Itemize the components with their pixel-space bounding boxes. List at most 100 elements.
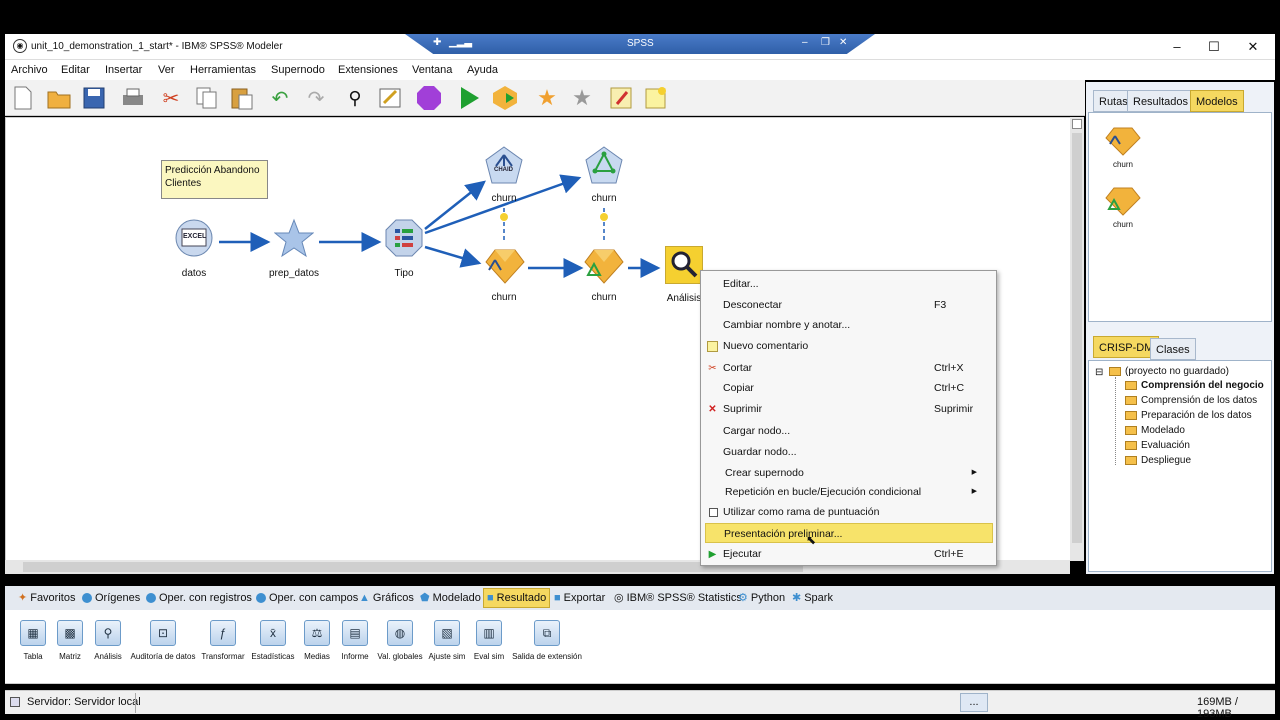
analysis-output-node[interactable]	[665, 246, 703, 284]
chaid-modeling-node[interactable]: CHAID	[484, 146, 524, 184]
tree-collapse-icon[interactable]: ⊟	[1095, 367, 1103, 378]
tab-resultado[interactable]: ■ Resultado	[483, 588, 551, 608]
menu-supernodo[interactable]: Supernodo	[271, 64, 325, 76]
minimize-icon[interactable]: –	[1167, 38, 1187, 56]
excel-source-node[interactable]: EXCEL	[174, 218, 214, 258]
menu-editar[interactable]: Editar	[61, 64, 90, 76]
restore-icon[interactable]: ❐	[821, 37, 830, 48]
edit-icon[interactable]	[376, 84, 404, 112]
maximize-icon[interactable]: ☐	[1204, 38, 1224, 56]
palette-node-medias[interactable]: ⚖ Medias	[299, 620, 335, 661]
undo-icon[interactable]: ↶	[266, 84, 294, 112]
model-item-chaid[interactable]: churn	[1103, 125, 1143, 169]
favorite-icon[interactable]: ★	[533, 84, 561, 112]
palette-node-informe[interactable]: ▤ Informe	[337, 620, 373, 661]
neural-model-nugget[interactable]	[583, 246, 625, 286]
crisp-dm-tree[interactable]: ⊟ (proyecto no guardado) Comprensión del…	[1088, 360, 1272, 572]
menu-item-guardar-nodo[interactable]: Guardar nodo...	[705, 442, 993, 462]
menu-item-crear-supernodo[interactable]: Crear supernodo ▶	[705, 463, 993, 483]
palette-node-matriz[interactable]: ▩ Matriz	[52, 620, 88, 661]
palette-node-val-globales[interactable]: ◍ Val. globales	[376, 620, 424, 661]
find-icon[interactable]: ⚲	[341, 84, 369, 112]
tab-favoritos[interactable]: ✦ Favoritos	[15, 588, 78, 608]
menu-ver[interactable]: Ver	[158, 64, 175, 76]
redo-icon[interactable]: ↷	[302, 84, 330, 112]
palette-node-transformar[interactable]: ƒ Transformar	[199, 620, 247, 661]
print-icon[interactable]	[119, 84, 147, 112]
tab-spss-statistics[interactable]: ◎ IBM® SPSS® Statistics	[611, 588, 745, 608]
chaid-model-nugget[interactable]	[484, 246, 526, 286]
close-icon[interactable]: ✕	[1243, 38, 1263, 56]
palette-node-analisis[interactable]: ⚲ Análisis	[90, 620, 126, 661]
menu-item-ejecutar[interactable]: ▶ Ejecutar Ctrl+E	[705, 544, 993, 564]
run-selection-icon[interactable]	[491, 84, 519, 112]
type-node[interactable]	[384, 218, 424, 258]
menu-ventana[interactable]: Ventana	[412, 64, 452, 76]
tab-oper-campos[interactable]: Oper. con campos	[253, 588, 361, 608]
menu-item-copiar[interactable]: Copiar Ctrl+C	[705, 378, 993, 398]
tree-item[interactable]: Evaluación	[1141, 440, 1190, 451]
menu-herramientas[interactable]: Herramientas	[190, 64, 256, 76]
menu-item-repeticion-bucle[interactable]: Repetición en bucle/Ejecución condiciona…	[705, 482, 993, 502]
open-icon[interactable]	[45, 84, 73, 112]
tab-exportar[interactable]: ■ Exportar	[551, 588, 608, 608]
menu-item-desconectar[interactable]: Desconectar F3	[705, 295, 993, 315]
minimize-icon[interactable]: –	[802, 37, 808, 48]
tree-item[interactable]: Preparación de los datos	[1141, 410, 1252, 421]
menu-insertar[interactable]: Insertar	[105, 64, 142, 76]
canvas-vertical-scrollbar[interactable]	[1070, 117, 1084, 561]
pin-icon[interactable]	[607, 84, 635, 112]
tab-graficos[interactable]: ▲ Gráficos	[356, 588, 417, 608]
menu-item-rama-puntuacion[interactable]: Utilizar como rama de puntuación	[705, 502, 993, 522]
cut-icon[interactable]: ✂	[157, 84, 185, 112]
palette-node-salida-extension[interactable]: ⧉ Salida de extensión	[511, 620, 583, 661]
paste-icon[interactable]	[228, 84, 256, 112]
tab-modelos[interactable]: Modelos	[1190, 90, 1244, 112]
scroll-thumb[interactable]	[1072, 133, 1082, 543]
stop-icon[interactable]	[415, 84, 443, 112]
menu-item-presentacion-preliminar[interactable]: Presentación preliminar... ⬉	[705, 523, 993, 547]
pin-icon[interactable]: ✚	[433, 37, 441, 48]
menu-ayuda[interactable]: Ayuda	[467, 64, 498, 76]
checkbox-icon[interactable]	[709, 508, 718, 517]
star-icon[interactable]: ★	[568, 84, 596, 112]
palette-node-tabla[interactable]: ▦ Tabla	[15, 620, 51, 661]
models-palette[interactable]: churn churn	[1088, 112, 1272, 322]
new-icon[interactable]	[9, 84, 37, 112]
tab-origenes[interactable]: Orígenes	[79, 588, 143, 608]
tab-modelado[interactable]: ⬟ Modelado	[417, 588, 484, 608]
save-icon[interactable]	[80, 84, 108, 112]
menu-item-cortar[interactable]: ✂ Cortar Ctrl+X	[705, 358, 993, 378]
tree-item[interactable]: Despliegue	[1141, 455, 1191, 466]
server-status[interactable]: Servidor: Servidor local	[27, 696, 141, 708]
new-note-icon[interactable]	[642, 84, 670, 112]
menu-archivo[interactable]: Archivo	[11, 64, 48, 76]
tree-item[interactable]: Comprensión del negocio	[1141, 380, 1264, 391]
menu-item-cambiar-nombre[interactable]: Cambiar nombre y anotar...	[705, 315, 993, 335]
tab-clases[interactable]: Clases	[1150, 338, 1196, 360]
menu-item-nuevo-comentario[interactable]: Nuevo comentario	[705, 336, 993, 356]
copy-icon[interactable]	[193, 84, 221, 112]
close-icon[interactable]: ✕	[839, 37, 847, 48]
neural-net-modeling-node[interactable]	[584, 146, 624, 184]
tree-root[interactable]: (proyecto no guardado)	[1125, 366, 1229, 377]
menu-item-editar[interactable]: Editar...	[705, 274, 993, 294]
palette-node-auditoria[interactable]: ⊡ Auditoría de datos	[129, 620, 197, 661]
menu-item-cargar-nodo[interactable]: Cargar nodo...	[705, 421, 993, 441]
tab-oper-registros[interactable]: Oper. con registros	[143, 588, 255, 608]
tree-item[interactable]: Modelado	[1141, 425, 1185, 436]
tab-spark[interactable]: ✱ Spark	[789, 588, 836, 608]
dots-button[interactable]: ...	[960, 693, 988, 712]
palette-node-eval-sim[interactable]: ▥ Eval sim	[469, 620, 509, 661]
tab-python[interactable]: ⚙ Python	[735, 588, 788, 608]
scroll-up-arrow-icon[interactable]	[1072, 119, 1082, 129]
supernode-star-node[interactable]	[273, 218, 315, 258]
model-item-neural[interactable]: churn	[1103, 185, 1143, 229]
menu-item-suprimir[interactable]: ✕ Suprimir Suprimir	[705, 399, 993, 419]
tree-item[interactable]: Comprensión de los datos	[1141, 395, 1257, 406]
tab-resultados[interactable]: Resultados	[1127, 90, 1195, 112]
scroll-thumb[interactable]	[23, 562, 803, 572]
run-icon[interactable]	[455, 84, 483, 112]
palette-node-estadisticas[interactable]: x̄ Estadísticas	[249, 620, 297, 661]
palette-node-ajuste-sim[interactable]: ▧ Ajuste sim	[427, 620, 467, 661]
